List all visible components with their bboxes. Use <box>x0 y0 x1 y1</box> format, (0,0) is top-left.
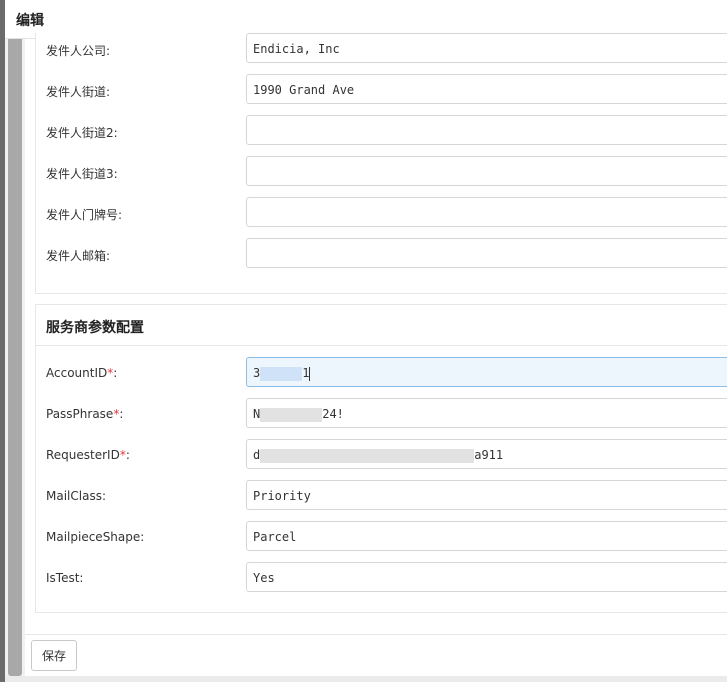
scrollbar-track[interactable] <box>5 39 25 676</box>
requester-id-label-suffix: : <box>125 448 130 462</box>
account-id-value-end: 1 <box>302 366 310 380</box>
sender-street2-input[interactable] <box>246 115 727 145</box>
account-id-input[interactable]: 31 <box>246 357 727 387</box>
text-cursor <box>309 366 311 381</box>
mail-class-input[interactable]: Priority <box>246 480 727 510</box>
mailpiece-shape-label: MailpieceShape: <box>46 530 145 544</box>
scrollbar-thumb[interactable] <box>8 39 22 676</box>
edit-dialog: 编辑 发件人公司: Endicia, Inc 发件人街道: 1990 Grand… <box>5 0 727 676</box>
pass-phrase-label: PassPhrase*: <box>46 407 123 421</box>
form-row-sender-street2: 发件人街道2: <box>36 115 727 149</box>
pass-phrase-label-suffix: : <box>119 407 124 421</box>
save-button[interactable]: 保存 <box>31 640 77 671</box>
is-test-label: IsTest: <box>46 571 84 585</box>
sender-house-number-label: 发件人门牌号: <box>46 208 123 222</box>
provider-config-header: 服务商参数配置 <box>36 305 727 346</box>
account-id-value-start: 3 <box>253 366 261 380</box>
dialog-title: 编辑 <box>16 13 44 29</box>
sender-company-input[interactable]: Endicia, Inc <box>246 33 727 63</box>
form-row-sender-house-number: 发件人门牌号: <box>36 197 727 231</box>
redaction-mask <box>260 366 303 381</box>
dialog-content: 发件人公司: Endicia, Inc 发件人街道: 1990 Grand Av… <box>25 33 727 676</box>
pass-phrase-value-end: 24! <box>322 407 344 421</box>
pass-phrase-input[interactable]: N 24! <box>246 398 727 428</box>
form-row-requester-id: RequesterID*: d a911 <box>36 439 727 473</box>
account-id-label: AccountID*: <box>46 366 117 380</box>
sender-street3-input[interactable] <box>246 156 727 186</box>
is-test-input[interactable]: Yes <box>246 562 727 592</box>
account-id-label-text: AccountID <box>46 366 108 380</box>
form-row-sender-street: 发件人街道: 1990 Grand Ave <box>36 74 727 108</box>
redaction-mask <box>260 407 323 422</box>
requester-id-value-start: d <box>253 448 261 462</box>
provider-config-panel: 服务商参数配置 AccountID*: 31 PassPhrase*: N 24!… <box>35 304 727 613</box>
sender-email-input[interactable] <box>246 238 727 268</box>
form-row-is-test: IsTest: Yes <box>36 562 727 596</box>
form-row-mail-class: MailClass: Priority <box>36 480 727 514</box>
requester-id-input[interactable]: d a911 <box>246 439 727 469</box>
requester-id-label-text: RequesterID <box>46 448 120 462</box>
sender-street-label: 发件人街道: <box>46 85 111 99</box>
mailpiece-shape-input[interactable]: Parcel <box>246 521 727 551</box>
form-row-account-id: AccountID*: 31 <box>36 357 727 391</box>
form-row-sender-street3: 发件人街道3: <box>36 156 727 190</box>
redaction-mask <box>260 448 475 463</box>
account-id-label-suffix: : <box>113 366 118 380</box>
form-row-sender-email: 发件人邮箱: <box>36 238 727 272</box>
mail-class-label: MailClass: <box>46 489 106 503</box>
sender-email-label: 发件人邮箱: <box>46 249 111 263</box>
sender-street3-label: 发件人街道3: <box>46 167 118 181</box>
provider-config-title: 服务商参数配置 <box>46 320 144 336</box>
sender-street-input[interactable]: 1990 Grand Ave <box>246 74 727 104</box>
form-row-sender-company: 发件人公司: Endicia, Inc <box>36 33 727 67</box>
requester-id-label: RequesterID*: <box>46 448 130 462</box>
pass-phrase-value-start: N <box>253 407 261 421</box>
requester-id-value-end: a911 <box>474 448 504 462</box>
pass-phrase-label-text: PassPhrase <box>46 407 114 421</box>
dialog-footer: 保存 <box>25 634 727 676</box>
sender-house-number-input[interactable] <box>246 197 727 227</box>
form-row-mailpiece-shape: MailpieceShape: Parcel <box>36 521 727 555</box>
sender-company-label: 发件人公司: <box>46 44 111 58</box>
form-row-pass-phrase: PassPhrase*: N 24! <box>36 398 727 432</box>
sender-panel: 发件人公司: Endicia, Inc 发件人街道: 1990 Grand Av… <box>35 33 727 294</box>
sender-street2-label: 发件人街道2: <box>46 126 118 140</box>
